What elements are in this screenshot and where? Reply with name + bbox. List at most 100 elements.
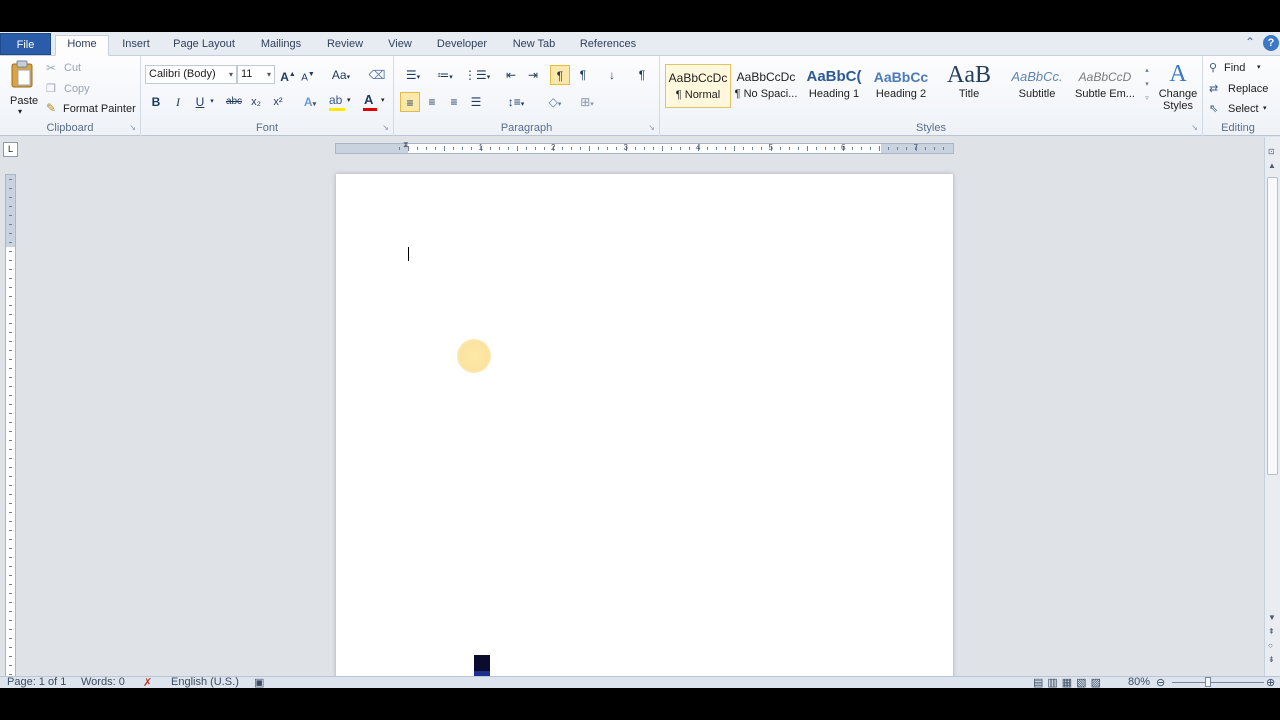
ruler-tick xyxy=(426,147,428,150)
tab-insert[interactable]: Insert xyxy=(114,36,158,56)
style-subtle-emphasis[interactable]: AaBbCcD Subtle Em... xyxy=(1072,64,1138,108)
font-size-combo[interactable]: 11 ▾ xyxy=(237,65,275,84)
tab-file[interactable]: File xyxy=(0,33,51,55)
change-case-icon[interactable]: Aa▾ xyxy=(329,65,353,85)
page-count[interactable]: Page: 1 of 1 xyxy=(7,676,66,688)
multilevel-list-icon[interactable]: ⋮☰▾ xyxy=(464,65,490,85)
tab-view[interactable]: View xyxy=(380,36,420,56)
shrink-font-icon[interactable]: A▼ xyxy=(300,65,316,85)
line-spacing-icon[interactable]: ↕≡▾ xyxy=(502,92,530,112)
ruler-toggle-icon[interactable]: ⊡ xyxy=(1268,147,1275,156)
replace-button[interactable]: ⇄ Replace xyxy=(1209,81,1271,99)
minimize-ribbon-icon[interactable]: ⌃ xyxy=(1245,35,1255,49)
left-to-right-icon[interactable]: ¶ xyxy=(550,65,570,85)
change-styles-button[interactable]: A Change Styles xyxy=(1156,60,1200,118)
zoom-slider-thumb[interactable] xyxy=(1205,677,1211,687)
right-to-left-icon[interactable]: ¶ xyxy=(574,65,592,85)
vruler-tick xyxy=(9,557,12,558)
word-count[interactable]: Words: 0 xyxy=(81,676,125,688)
ruler-tick xyxy=(598,147,600,150)
italic-button[interactable]: I xyxy=(171,92,185,112)
font-color-button[interactable]: A ▾ xyxy=(361,92,389,113)
vruler-tick xyxy=(9,395,12,396)
styles-launcher-icon[interactable]: ↘ xyxy=(1191,123,1198,132)
style-normal[interactable]: AaBbCcDc ¶ Normal xyxy=(665,64,731,108)
paste-button[interactable]: Paste ▾ xyxy=(6,60,38,118)
highlight-color-button[interactable]: ab ▾ xyxy=(327,93,355,113)
subscript-button[interactable]: x₂ xyxy=(247,92,265,112)
horizontal-ruler[interactable]: 1 2 3 4 5 6 7 ⧗ xyxy=(335,140,954,154)
bullets-icon[interactable]: ☰▾ xyxy=(400,65,426,85)
browse-object-icon[interactable]: ○ xyxy=(1268,641,1273,650)
paragraph-launcher-icon[interactable]: ↘ xyxy=(648,123,655,132)
clear-formatting-icon[interactable]: ⌫ xyxy=(367,65,387,85)
borders-icon[interactable]: ⊞▾ xyxy=(574,92,600,112)
scroll-thumb[interactable] xyxy=(1267,177,1278,475)
style-heading-2[interactable]: AaBbCc Heading 2 xyxy=(868,64,934,108)
zoom-level[interactable]: 80% xyxy=(1128,676,1150,688)
text-effects-icon[interactable]: A▾ xyxy=(299,92,321,112)
sort-icon[interactable]: ↓ xyxy=(602,65,622,85)
tab-references[interactable]: References xyxy=(574,36,642,56)
style-subtitle[interactable]: AaBbCc. Subtitle xyxy=(1004,64,1070,108)
grow-font-icon[interactable]: A▲ xyxy=(280,65,296,85)
find-button[interactable]: ⚲ Find ▾ xyxy=(1209,60,1269,78)
shading-icon[interactable]: ◇▾ xyxy=(542,92,568,112)
format-painter-button[interactable]: ✎ Format Painter xyxy=(46,101,138,119)
tab-new-tab[interactable]: New Tab xyxy=(504,36,564,56)
zoom-slider[interactable] xyxy=(1172,682,1264,683)
ruler-tick xyxy=(734,146,736,151)
copy-label: Copy xyxy=(64,83,90,95)
align-center-icon[interactable]: ≡ xyxy=(422,92,442,112)
tab-selector-icon[interactable]: L xyxy=(3,142,18,157)
justify-icon[interactable]: ☰ xyxy=(466,92,486,112)
style-title[interactable]: AaB Title xyxy=(936,64,1002,108)
bold-button[interactable]: B xyxy=(149,92,163,112)
zoom-out-icon[interactable]: ⊖ xyxy=(1156,676,1165,688)
style-no-spacing[interactable]: AaBbCcDc ¶ No Spaci... xyxy=(733,64,799,108)
view-buttons-icon[interactable]: ▤▥▦▧▨ xyxy=(1033,676,1105,688)
superscript-button[interactable]: x² xyxy=(269,92,287,112)
zoom-in-icon[interactable]: ⊕ xyxy=(1266,676,1275,688)
cut-label: Cut xyxy=(64,62,82,74)
scroll-up-icon[interactable]: ▲ xyxy=(1268,161,1276,170)
decrease-indent-icon[interactable]: ⇤ xyxy=(502,65,520,85)
styles-scroll[interactable]: ▴ ▾ ▿ xyxy=(1141,64,1153,108)
ruler-tick xyxy=(507,147,509,150)
underline-dropdown-icon[interactable]: ▾ xyxy=(207,92,217,112)
proofing-icon[interactable]: ✗ xyxy=(143,676,152,688)
vertical-scrollbar[interactable]: ⊡ ▲ ▼ ⇞ ○ ⇟ xyxy=(1264,137,1280,677)
macro-recording-icon[interactable]: ▣ xyxy=(254,676,264,688)
tab-review[interactable]: Review xyxy=(320,36,370,56)
ruler-tick xyxy=(571,147,573,150)
language-indicator[interactable]: English (U.S.) xyxy=(171,676,239,688)
cut-button[interactable]: ✂ Cut xyxy=(46,60,106,78)
ruler-number: 2 xyxy=(551,143,556,152)
tab-home[interactable]: Home xyxy=(55,35,109,56)
vruler-tick xyxy=(9,647,12,648)
tab-page-layout[interactable]: Page Layout xyxy=(168,36,240,56)
clipboard-launcher-icon[interactable]: ↘ xyxy=(129,123,136,132)
align-left-icon[interactable]: ≡ xyxy=(400,92,420,112)
document-page[interactable] xyxy=(336,174,953,688)
style-heading-1[interactable]: AaBbC( Heading 1 xyxy=(801,64,867,108)
underline-button[interactable]: U xyxy=(193,92,207,112)
align-right-icon[interactable]: ≡ xyxy=(444,92,464,112)
copy-button[interactable]: ❐ Copy xyxy=(46,81,106,99)
tab-developer[interactable]: Developer xyxy=(430,36,494,56)
increase-indent-icon[interactable]: ⇥ xyxy=(524,65,542,85)
help-icon[interactable]: ? xyxy=(1263,35,1279,51)
vruler-tick xyxy=(9,449,12,450)
select-button[interactable]: ⇖ Select ▾ xyxy=(1209,101,1269,119)
previous-page-icon[interactable]: ⇞ xyxy=(1268,627,1275,636)
font-launcher-icon[interactable]: ↘ xyxy=(382,123,389,132)
scroll-down-icon[interactable]: ▼ xyxy=(1268,613,1276,622)
show-formatting-icon[interactable]: ¶ xyxy=(632,65,652,85)
next-page-icon[interactable]: ⇟ xyxy=(1268,655,1275,664)
numbering-icon[interactable]: ≔▾ xyxy=(432,65,458,85)
strikethrough-button[interactable]: abc xyxy=(223,92,245,112)
left-margin-shade xyxy=(336,144,408,153)
indent-marker-icon[interactable]: ⧗ xyxy=(403,140,409,150)
font-family-combo[interactable]: Calibri (Body) ▾ xyxy=(145,65,237,84)
tab-mailings[interactable]: Mailings xyxy=(252,36,310,56)
